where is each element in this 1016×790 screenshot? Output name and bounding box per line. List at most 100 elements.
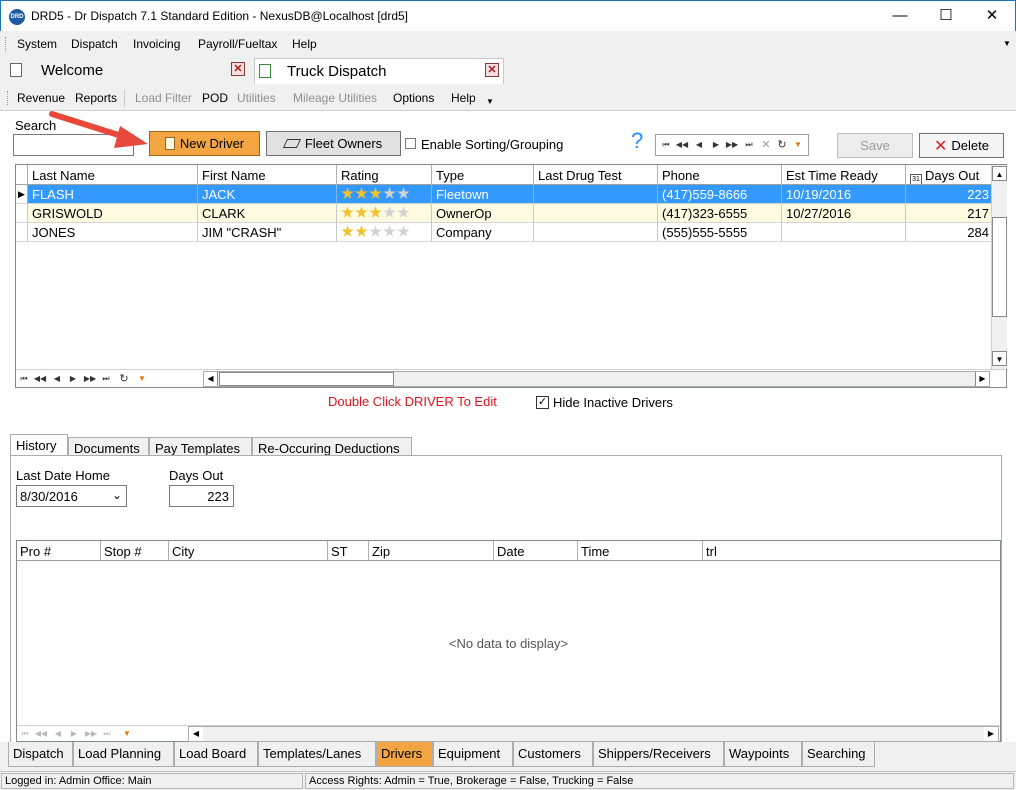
column-pro-number[interactable]: Pro # bbox=[17, 541, 101, 561]
scroll-left-icon[interactable]: ◀ bbox=[204, 372, 218, 386]
prev-page-icon[interactable]: ◀◀ bbox=[33, 726, 49, 742]
delete-button[interactable]: ✕ Delete bbox=[919, 133, 1004, 158]
menu-system[interactable]: System bbox=[17, 37, 57, 51]
column-city[interactable]: City bbox=[169, 541, 328, 561]
column-stop-number[interactable]: Stop # bbox=[101, 541, 169, 561]
tab-load-board[interactable]: Load Board bbox=[174, 742, 258, 767]
tab-equipment[interactable]: Equipment bbox=[433, 742, 513, 767]
close-tab-truck-dispatch-icon[interactable]: ✕ bbox=[485, 63, 499, 77]
minimize-button[interactable]: — bbox=[877, 1, 923, 31]
hscroll-thumb[interactable] bbox=[219, 372, 394, 386]
cell-first-name[interactable]: CLARK bbox=[198, 204, 337, 223]
fleet-owners-button[interactable]: Fleet Owners bbox=[266, 131, 401, 156]
scroll-down-icon[interactable]: ▼ bbox=[992, 351, 1007, 366]
table-row[interactable]: ▶ FLASH JACK Fleetown (417)559-8666 10/1… bbox=[16, 185, 992, 204]
prev-page-icon[interactable]: ◀◀ bbox=[32, 371, 48, 387]
cell-first-name[interactable]: JACK bbox=[198, 185, 337, 204]
cell-last-drug-test[interactable] bbox=[534, 204, 658, 223]
tab-customers[interactable]: Customers bbox=[513, 742, 593, 767]
cell-phone[interactable]: (417)323-6555 bbox=[658, 204, 782, 223]
next-page-icon[interactable]: ▶▶ bbox=[724, 137, 740, 153]
save-button[interactable]: Save bbox=[837, 133, 913, 158]
next-record-icon[interactable]: ▶ bbox=[708, 137, 724, 153]
cell-type[interactable]: OwnerOp bbox=[432, 204, 534, 223]
cell-type[interactable]: Company bbox=[432, 223, 534, 242]
scroll-left-icon[interactable]: ◀ bbox=[189, 727, 203, 741]
menu-overflow-icon[interactable]: ▼ bbox=[1003, 39, 1011, 48]
cell-est-time-ready[interactable]: 10/27/2016 bbox=[782, 204, 906, 223]
scroll-thumb[interactable] bbox=[992, 217, 1007, 317]
next-page-icon[interactable]: ▶▶ bbox=[82, 371, 98, 387]
cell-last-drug-test[interactable] bbox=[534, 185, 658, 204]
column-first-name[interactable]: First Name bbox=[198, 165, 337, 185]
cell-type[interactable]: Fleetown bbox=[432, 185, 534, 204]
cell-phone[interactable]: (417)559-8666 bbox=[658, 185, 782, 204]
cell-days-out[interactable]: 217 bbox=[906, 204, 992, 223]
prev-record-icon[interactable]: ◀ bbox=[691, 137, 707, 153]
toolbar-load-filter[interactable]: Load Filter bbox=[135, 91, 192, 105]
column-trl[interactable]: trl bbox=[703, 541, 1000, 561]
menu-help[interactable]: Help bbox=[292, 37, 317, 51]
tab-shippers-receivers[interactable]: Shippers/Receivers bbox=[593, 742, 724, 767]
scroll-up-icon[interactable]: ▲ bbox=[992, 166, 1007, 181]
column-rating[interactable]: Rating bbox=[337, 165, 432, 185]
toolbar-utilities[interactable]: Utilities bbox=[237, 91, 276, 105]
menu-payroll-fueltax[interactable]: Payroll/Fueltax bbox=[198, 37, 277, 51]
prev-page-icon[interactable]: ◀◀ bbox=[674, 137, 690, 153]
tab-waypoints[interactable]: Waypoints bbox=[724, 742, 802, 767]
cell-est-time-ready[interactable] bbox=[782, 223, 906, 242]
menu-invoicing[interactable]: Invoicing bbox=[133, 37, 180, 51]
table-row[interactable]: GRISWOLD CLARK OwnerOp (417)323-6555 10/… bbox=[16, 204, 992, 223]
next-record-icon[interactable]: ▶ bbox=[65, 371, 81, 387]
tab-searching[interactable]: Searching bbox=[802, 742, 875, 767]
toolbar-mileage-utilities[interactable]: Mileage Utilities bbox=[293, 91, 377, 105]
close-window-button[interactable]: ✕ bbox=[969, 1, 1015, 31]
help-icon[interactable]: ? bbox=[631, 128, 643, 154]
cell-last-name[interactable]: JONES bbox=[28, 223, 198, 242]
toolbar-options[interactable]: Options bbox=[393, 91, 434, 105]
last-record-icon[interactable]: ⏭ bbox=[99, 726, 115, 742]
column-type[interactable]: Type bbox=[432, 165, 534, 185]
refresh-icon[interactable]: ↻ bbox=[774, 137, 790, 153]
prev-record-icon[interactable]: ◀ bbox=[49, 371, 65, 387]
refresh-icon[interactable]: ↻ bbox=[116, 371, 132, 387]
column-phone[interactable]: Phone bbox=[658, 165, 782, 185]
new-driver-button[interactable]: New Driver bbox=[149, 131, 260, 156]
scroll-right-icon[interactable]: ▶ bbox=[975, 372, 989, 386]
first-record-icon[interactable]: ⏮ bbox=[17, 726, 33, 742]
cell-rating[interactable] bbox=[337, 223, 432, 242]
vertical-scrollbar[interactable]: ▲ ▼ bbox=[991, 165, 1007, 369]
cancel-edit-icon[interactable]: ✕ bbox=[758, 137, 774, 153]
toolbar-overflow-icon[interactable]: ▼ bbox=[486, 97, 494, 106]
last-record-icon[interactable]: ⏭ bbox=[741, 137, 757, 153]
cell-rating[interactable] bbox=[337, 185, 432, 204]
next-page-icon[interactable]: ▶▶ bbox=[83, 726, 99, 742]
cell-first-name[interactable]: JIM "CRASH" bbox=[198, 223, 337, 242]
days-out-field[interactable]: 223 bbox=[169, 485, 234, 507]
last-record-icon[interactable]: ⏭ bbox=[98, 371, 114, 387]
tab-templates-lanes[interactable]: Templates/Lanes bbox=[258, 742, 376, 767]
filter-icon[interactable]: ▼ bbox=[119, 726, 135, 742]
cell-rating[interactable] bbox=[337, 204, 432, 223]
scroll-right-icon[interactable]: ▶ bbox=[984, 727, 998, 741]
column-st[interactable]: ST bbox=[328, 541, 369, 561]
next-record-icon[interactable]: ▶ bbox=[66, 726, 82, 742]
column-days-out[interactable]: 31 Days Out bbox=[906, 165, 992, 185]
column-zip[interactable]: Zip bbox=[369, 541, 494, 561]
cell-phone[interactable]: (555)555-5555 bbox=[658, 223, 782, 242]
toolbar-pod[interactable]: POD bbox=[202, 91, 228, 105]
cell-last-name[interactable]: FLASH bbox=[28, 185, 198, 204]
maximize-button[interactable]: ☐ bbox=[923, 1, 969, 31]
horizontal-scrollbar[interactable]: ◀ ▶ bbox=[203, 371, 990, 387]
toolbar-help[interactable]: Help bbox=[451, 91, 476, 105]
close-tab-welcome-icon[interactable]: ✕ bbox=[231, 62, 245, 76]
filter-icon[interactable]: ▼ bbox=[790, 137, 806, 153]
filter-icon[interactable]: ▼ bbox=[134, 371, 150, 387]
tab-truck-dispatch[interactable]: Truck Dispatch ✕ bbox=[254, 58, 504, 84]
first-record-icon[interactable]: ⏮ bbox=[658, 137, 674, 153]
column-time[interactable]: Time bbox=[578, 541, 703, 561]
toolbar-revenue[interactable]: Revenue bbox=[17, 91, 65, 105]
table-row[interactable]: JONES JIM "CRASH" Company (555)555-5555 … bbox=[16, 223, 992, 242]
tab-drivers[interactable]: Drivers bbox=[376, 742, 433, 767]
tab-load-planning[interactable]: Load Planning bbox=[73, 742, 174, 767]
